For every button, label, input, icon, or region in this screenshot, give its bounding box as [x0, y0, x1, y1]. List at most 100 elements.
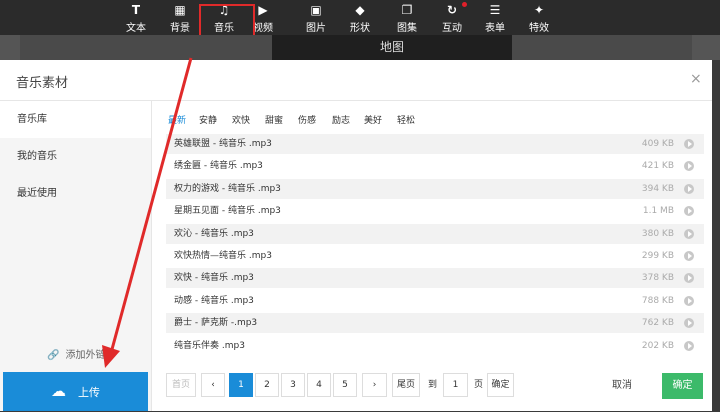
pager-prev[interactable]: ‹: [201, 373, 225, 397]
pager-page[interactable]: 3: [281, 373, 305, 397]
track-row[interactable]: 爵士 - 萨克斯 -.mp3 762 KB: [166, 313, 704, 334]
play-icon[interactable]: [684, 183, 694, 194]
track-name: 欢沁 - 纯音乐 .mp3: [174, 228, 254, 239]
add-external-link[interactable]: 🔗 添加外链: [47, 346, 105, 361]
tool-label: 形状: [350, 23, 370, 34]
pager-first[interactable]: 首页: [166, 373, 196, 397]
text-icon: T: [131, 3, 141, 17]
pager-page[interactable]: 4: [307, 373, 331, 397]
play-icon[interactable]: [684, 295, 694, 306]
effects-icon: ✦: [533, 3, 545, 17]
track-name: 英雄联盟 - 纯音乐 .mp3: [174, 139, 272, 149]
tab-category[interactable]: 美好: [364, 113, 382, 126]
tool-6[interactable]: ❐ 图集: [387, 3, 427, 34]
upload-button[interactable]: ☁ 上传: [3, 372, 148, 411]
track-row[interactable]: 星期五见面 - 纯音乐 .mp3 1.1 MB: [166, 201, 704, 221]
cloud-upload-icon: ☁: [51, 382, 66, 400]
track-row[interactable]: 绣金匾 - 纯音乐 .mp3 421 KB: [166, 156, 704, 176]
tool-9[interactable]: ✦ 特效: [519, 3, 559, 34]
tab-category[interactable]: 伤感: [298, 113, 316, 126]
map-element[interactable]: 地图: [272, 35, 512, 60]
tool-label: 表单: [485, 23, 505, 34]
track-name: 权力的游戏 - 纯音乐 .mp3: [174, 183, 281, 194]
play-icon[interactable]: [684, 340, 694, 351]
track-name: 爵士 - 萨克斯 -.mp3: [174, 318, 258, 329]
play-icon[interactable]: [684, 206, 694, 217]
link-icon: 🔗: [47, 350, 60, 361]
tab-category[interactable]: 轻松: [397, 113, 415, 126]
track-row[interactable]: 欢快热情—纯音乐 .mp3 299 KB: [166, 246, 704, 266]
track-name: 欢快热情—纯音乐 .mp3: [174, 251, 272, 261]
notification-dot: [462, 2, 467, 7]
upload-button-label: 上传: [78, 386, 100, 399]
track-size: 762 KB: [641, 318, 674, 329]
play-icon[interactable]: [684, 251, 694, 261]
tool-label: 互动: [442, 23, 462, 34]
play-icon[interactable]: [684, 318, 694, 329]
top-toolbar: T 文本 ▦ 背景 ♫ 音乐 ▶ 视频 ▣ 图片 ◆ 形状 ❐ 图集 ↻ 互动 ☰ 表单 ✦ 特效: [0, 0, 720, 35]
track-size: 788 KB: [641, 295, 674, 306]
tool-label: 图片: [306, 23, 326, 34]
tab-category[interactable]: 最新: [168, 113, 186, 126]
pager-page[interactable]: 2: [255, 373, 279, 397]
music-dialog: 音乐素材 × 音乐库 我的音乐 最近使用 🔗 添加外链 ☁ 上传 最新 安静 欢快 甜蜜 伤…: [0, 60, 712, 411]
pager-next[interactable]: ›: [362, 373, 387, 397]
track-size: 202 KB: [641, 340, 674, 351]
tool-4[interactable]: ▣ 图片: [296, 3, 336, 34]
tool-8[interactable]: ☰ 表单: [475, 3, 515, 34]
dialog-header: 音乐素材 ×: [0, 60, 712, 101]
track-size: 1.1 MB: [642, 206, 674, 217]
tool-label: 图集: [397, 23, 417, 34]
track-size: 380 KB: [641, 228, 674, 239]
pager-goto-input[interactable]: 1: [443, 373, 468, 397]
track-size: 394 KB: [641, 183, 674, 194]
sidebar-item-recent[interactable]: 最近使用: [0, 175, 151, 212]
canvas-edge-right: [692, 35, 720, 60]
dialog-title: 音乐素材: [16, 76, 69, 91]
play-icon[interactable]: [684, 228, 694, 239]
pager-goto-suffix: 页: [474, 380, 484, 390]
dialog-sidebar: 音乐库 我的音乐 最近使用 🔗 添加外链 ☁ 上传: [0, 101, 152, 411]
track-size: 378 KB: [641, 273, 674, 284]
sidebar-item-library[interactable]: 音乐库: [0, 101, 151, 138]
pager-page[interactable]: 5: [333, 373, 357, 397]
gallery-icon: ❐: [401, 3, 413, 17]
sidebar-item-my-music[interactable]: 我的音乐: [0, 138, 151, 175]
shape-icon: ◆: [355, 3, 365, 17]
track-name: 动感 - 纯音乐 .mp3: [174, 295, 254, 306]
track-row[interactable]: 权力的游戏 - 纯音乐 .mp3 394 KB: [166, 178, 704, 199]
grid-icon: ▦: [174, 3, 186, 17]
tab-category[interactable]: 欢快: [232, 113, 250, 126]
play-icon[interactable]: [684, 273, 694, 284]
list-icon: ☰: [489, 3, 501, 17]
pager-page[interactable]: 1: [229, 373, 253, 397]
cancel-button[interactable]: 取消: [602, 373, 642, 399]
track-name: 绣金匾 - 纯音乐 .mp3: [174, 161, 263, 172]
add-external-link-label: 添加外链: [65, 350, 106, 361]
ok-button[interactable]: 确定: [662, 373, 703, 399]
tool-0[interactable]: T 文本: [116, 3, 156, 34]
track-row[interactable]: 动感 - 纯音乐 .mp3 788 KB: [166, 291, 704, 311]
track-row[interactable]: 欢沁 - 纯音乐 .mp3 380 KB: [166, 223, 704, 244]
track-size: 299 KB: [641, 251, 674, 261]
close-icon[interactable]: ×: [690, 71, 702, 87]
tab-category[interactable]: 甜蜜: [265, 113, 283, 126]
tool-5[interactable]: ◆ 形状: [340, 3, 380, 34]
track-row[interactable]: 欢快 - 纯音乐 .mp3 378 KB: [166, 268, 704, 289]
pager-goto-prefix: 到: [428, 380, 438, 390]
play-icon[interactable]: [684, 161, 694, 172]
track-name: 纯音乐伴奏 .mp3: [174, 340, 245, 351]
track-row[interactable]: 纯音乐伴奏 .mp3 202 KB: [166, 336, 704, 356]
pager-last[interactable]: 尾页: [392, 373, 420, 397]
track-row[interactable]: 英雄联盟 - 纯音乐 .mp3 409 KB: [166, 134, 704, 154]
tab-category[interactable]: 安静: [199, 113, 217, 126]
track-size: 421 KB: [641, 161, 674, 172]
track-name: 欢快 - 纯音乐 .mp3: [174, 273, 254, 284]
track-name: 星期五见面 - 纯音乐 .mp3: [174, 206, 281, 217]
canvas-edge-left: [0, 35, 20, 60]
tab-category[interactable]: 励志: [332, 113, 350, 126]
play-icon[interactable]: [684, 139, 694, 149]
tool-1[interactable]: ▦ 背景: [160, 3, 200, 34]
pager-confirm-button[interactable]: 确定: [487, 373, 514, 397]
tool-7[interactable]: ↻ 互动: [432, 3, 472, 34]
